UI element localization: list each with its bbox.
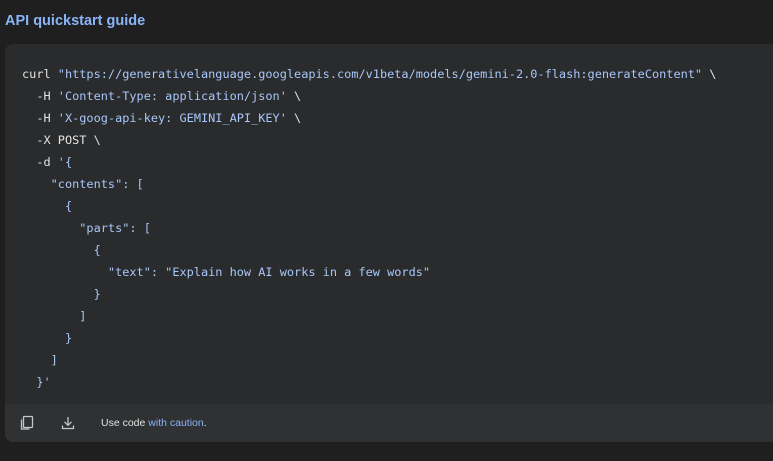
code-string-token: }	[22, 331, 73, 345]
code-line: ]	[22, 305, 716, 327]
code-line: }	[22, 327, 716, 349]
caution-prefix: Use code	[101, 417, 149, 429]
code-string-token: ]	[22, 353, 58, 367]
download-code-button[interactable]	[58, 413, 78, 433]
code-line: -H 'Content-Type: application/json' \	[22, 85, 716, 107]
code-line: "text": "Explain how AI works in a few w…	[22, 261, 716, 283]
code-footer: Use code with caution.	[5, 404, 773, 442]
copy-code-button[interactable]	[17, 413, 37, 433]
code-token: \	[286, 111, 302, 125]
code-line: -X POST \	[22, 129, 716, 151]
caution-suffix: .	[203, 417, 207, 429]
code-line: ]	[22, 349, 716, 371]
copy-icon	[20, 415, 34, 430]
code-token: -X POST \	[22, 133, 101, 147]
code-line: curl "https://generativelanguage.googlea…	[22, 63, 716, 85]
code-token: -d	[22, 155, 58, 169]
code-string-token: '{	[57, 155, 73, 169]
code-content: curl "https://generativelanguage.googlea…	[22, 63, 716, 393]
code-token: -H	[22, 111, 58, 125]
code-string-token: "parts": [	[22, 221, 151, 235]
code-string-token: {	[22, 243, 101, 257]
with-caution-link[interactable]: with caution	[148, 417, 203, 429]
code-string-token: ]	[22, 309, 87, 323]
api-quickstart-guide-link[interactable]: API quickstart guide	[5, 12, 145, 30]
code-line: {	[22, 195, 716, 217]
download-icon	[61, 417, 75, 430]
code-string-token: }'	[22, 375, 51, 389]
code-string-token: "text": "Explain how AI works in a few w…	[22, 265, 431, 279]
code-token: \	[702, 67, 717, 81]
code-line: -H 'X-goog-api-key: GEMINI_API_KEY' \	[22, 107, 716, 129]
code-line: }'	[22, 371, 716, 393]
code-token: \	[286, 89, 302, 103]
code-string-token: "contents": [	[22, 177, 144, 191]
code-token: -H	[22, 89, 58, 103]
code-string-token: {	[22, 199, 73, 213]
code-line: -d '{	[22, 151, 716, 173]
code-line: }	[22, 283, 716, 305]
code-token: curl	[22, 67, 58, 81]
code-string-token: }	[22, 287, 101, 301]
code-line: "contents": [	[22, 173, 716, 195]
code-string-token: "https://generativelanguage.googleapis.c…	[57, 67, 703, 81]
code-line: "parts": [	[22, 217, 716, 239]
code-string-token: 'Content-Type: application/json'	[57, 89, 287, 103]
code-line: {	[22, 239, 716, 261]
page: API quickstart guide curl "https://gener…	[0, 0, 773, 461]
use-code-caution-notice: Use code with caution.	[101, 415, 207, 431]
code-block-card: curl "https://generativelanguage.googlea…	[5, 44, 773, 442]
code-string-token: 'X-goog-api-key: GEMINI_API_KEY'	[57, 111, 287, 125]
